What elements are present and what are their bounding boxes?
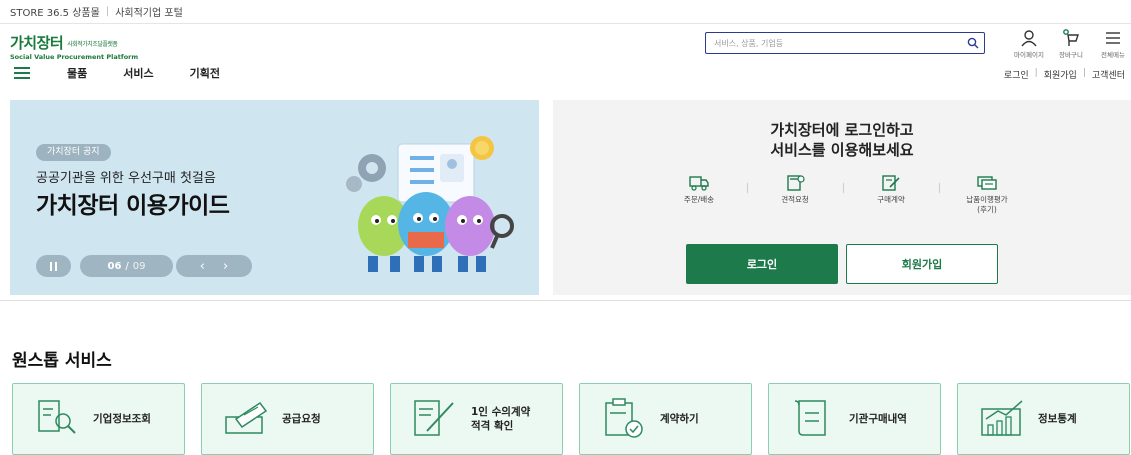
login-title-line1: 가치장터에 로그인하고 bbox=[770, 121, 914, 139]
nav-item-goods[interactable]: 물품 bbox=[67, 65, 87, 81]
user-icon bbox=[1021, 30, 1037, 47]
login-button[interactable]: 로그인 bbox=[686, 244, 838, 284]
next-arrow-icon[interactable]: › bbox=[223, 259, 228, 274]
nav-item-services[interactable]: 서비스 bbox=[123, 65, 153, 81]
login-panel-title: 가치장터에 로그인하고 서비스를 이용해보세요 bbox=[553, 120, 1131, 160]
logo[interactable]: 가치장터 사회적가치조달플랫폼 Social Value Procurement … bbox=[10, 32, 138, 61]
search-box bbox=[705, 32, 985, 54]
clipboard-check-icon bbox=[605, 398, 643, 438]
logo-sub-kor: 사회적가치조달플랫폼 bbox=[67, 41, 118, 48]
card-statistics[interactable]: 정보통계 bbox=[957, 383, 1130, 455]
quick-link-label: 주문/배송 bbox=[683, 195, 715, 204]
search-input[interactable] bbox=[706, 33, 962, 53]
login-link[interactable]: 로그인 bbox=[1004, 68, 1029, 81]
quick-link-divider bbox=[843, 183, 844, 193]
quick-link-divider bbox=[939, 183, 940, 193]
slide-arrows: ‹ › bbox=[176, 255, 252, 277]
quick-link-order[interactable]: 주문/배송 bbox=[663, 175, 735, 215]
scroll-icon bbox=[794, 400, 826, 436]
slide-current: 06 bbox=[107, 260, 122, 272]
logo-name: 가치장터 bbox=[10, 34, 64, 52]
quick-links: 주문/배송 견적요청 구매계약 납품이행평가 (후기) bbox=[663, 175, 1023, 215]
quick-link-contract[interactable]: 구매계약 bbox=[855, 175, 927, 215]
login-title-line2: 서비스를 이용해보세요 bbox=[770, 141, 914, 159]
card-label: 계약하기 bbox=[660, 413, 699, 425]
mypage-button[interactable]: 마이페이지 bbox=[1010, 28, 1048, 59]
cart-label: 장바구니 bbox=[1059, 51, 1083, 59]
card-label: 기관구매내역 bbox=[849, 413, 907, 425]
quick-link-estimate[interactable]: 견적요청 bbox=[759, 175, 831, 215]
quick-link-label: 견적요청 bbox=[781, 195, 809, 204]
slide-counter: 06 / 09 bbox=[80, 255, 173, 277]
supply-request-icon bbox=[225, 401, 268, 434]
stats-icon bbox=[981, 400, 1023, 436]
separator: | bbox=[105, 6, 110, 17]
card-agency-purchases[interactable]: 기관구매내역 bbox=[768, 383, 941, 455]
guide-illustration bbox=[346, 136, 514, 272]
utility-links: 로그인 | 회원가입 | 고객센터 bbox=[1004, 68, 1125, 81]
signup-button[interactable]: 회원가입 bbox=[846, 244, 998, 284]
card-label: 기업정보조회 bbox=[93, 413, 151, 425]
portal-link[interactable]: 사회적기업 포털 bbox=[115, 4, 183, 19]
top-strip: STORE 36.5 상품몰 | 사회적기업 포털 bbox=[0, 0, 1131, 24]
pause-icon bbox=[49, 261, 57, 271]
onestop-title: 원스톱 서비스 bbox=[12, 351, 112, 371]
pause-button[interactable] bbox=[36, 255, 71, 277]
slide-separator: / bbox=[125, 260, 129, 272]
quick-link-label: 납품이행평가 (후기) bbox=[966, 195, 1008, 214]
nav-items: 물품 서비스 기획전 bbox=[67, 65, 256, 81]
banner-subtitle: 공공기관을 위한 우선구매 첫걸음 bbox=[36, 171, 216, 186]
prev-arrow-icon[interactable]: ‹ bbox=[200, 259, 205, 274]
card-supply-request[interactable]: 공급요청 bbox=[201, 383, 374, 455]
quick-link-review[interactable]: 납품이행평가 (후기) bbox=[951, 175, 1023, 215]
separator: | bbox=[1034, 68, 1038, 78]
card-label: 1인 수의계약 적격 확인 bbox=[471, 406, 531, 432]
contract-icon bbox=[882, 175, 900, 191]
main-nav: 물품 서비스 기획전 로그인 | 회원가입 | 고객센터 bbox=[0, 62, 1131, 92]
card-label: 공급요청 bbox=[282, 413, 321, 425]
header-icons: 마이페이지 장바구니 전체메뉴 bbox=[1010, 28, 1131, 59]
card-company-search[interactable]: 기업정보조회 bbox=[12, 383, 185, 455]
all-menu-button[interactable]: 전체메뉴 bbox=[1094, 28, 1131, 59]
notice-tag: 가치장터 공지 bbox=[36, 144, 111, 161]
truck-icon bbox=[689, 176, 709, 191]
company-search-icon bbox=[38, 400, 76, 434]
card-contract-check[interactable]: 1인 수의계약 적격 확인 bbox=[390, 383, 563, 455]
slide-total: 09 bbox=[132, 260, 146, 272]
login-panel: 가치장터에 로그인하고 서비스를 이용해보세요 주문/배송 견적요청 구매계약 … bbox=[553, 100, 1131, 295]
card-contract[interactable]: 계약하기 bbox=[579, 383, 752, 455]
menu-icon bbox=[1106, 32, 1120, 44]
section-divider bbox=[0, 300, 1131, 301]
mypage-label: 마이페이지 bbox=[1014, 51, 1044, 59]
support-link[interactable]: 고객센터 bbox=[1092, 68, 1125, 81]
card-label: 정보통계 bbox=[1038, 413, 1077, 425]
all-menu-label: 전체메뉴 bbox=[1101, 51, 1125, 59]
onestop-cards: 기업정보조회 공급요청 1인 수의계약 적격 확인 계약하기 기관구매내역 정보… bbox=[12, 383, 1130, 455]
banner-title: 가치장터 이용가이드 bbox=[36, 193, 230, 219]
hero-banner[interactable]: 가치장터 공지 공공기관을 위한 우선구매 첫걸음 가치장터 이용가이드 06 … bbox=[10, 100, 539, 295]
header: 가치장터 사회적가치조달플랫폼 Social Value Procurement … bbox=[0, 24, 1131, 62]
quick-link-divider bbox=[747, 183, 748, 193]
contract-check-icon bbox=[414, 400, 454, 436]
separator: | bbox=[1082, 68, 1086, 78]
cart-icon bbox=[1063, 29, 1079, 46]
cart-button[interactable]: 장바구니 bbox=[1052, 28, 1090, 59]
store-link[interactable]: STORE 36.5 상품몰 bbox=[10, 4, 100, 19]
nav-item-exhibitions[interactable]: 기획전 bbox=[190, 65, 220, 81]
search-icon[interactable] bbox=[962, 33, 984, 53]
calculator-icon bbox=[787, 175, 805, 191]
logo-sub-en: Social Value Procurement Platform bbox=[10, 53, 139, 61]
signup-link[interactable]: 회원가입 bbox=[1044, 68, 1077, 81]
review-icon bbox=[977, 176, 997, 190]
quick-link-label: 구매계약 bbox=[877, 195, 905, 204]
hamburger-icon[interactable] bbox=[14, 66, 30, 80]
